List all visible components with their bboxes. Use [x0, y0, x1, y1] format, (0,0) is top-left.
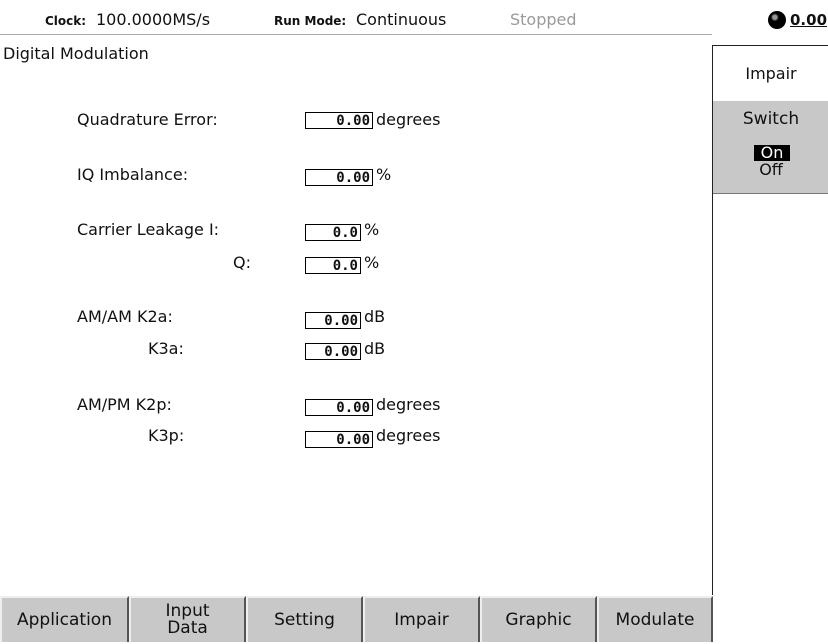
bottom-menu: Application Input Data Setting Impair Gr… — [0, 596, 828, 644]
tab-graphic[interactable]: Graphic — [480, 596, 597, 642]
switch-option-on: On — [754, 145, 790, 161]
am-am-k3a-label: K3a: — [148, 339, 184, 358]
carrier-leakage-i-field[interactable]: 0.0 — [305, 224, 361, 241]
quadrature-error-label: Quadrature Error: — [77, 110, 218, 129]
carrier-leakage-label: Carrier Leakage I: — [77, 220, 220, 239]
iq-imbalance-unit: % — [376, 165, 392, 184]
switch-label: Switch — [742, 109, 800, 129]
quadrature-error-field[interactable]: 0.00 — [305, 112, 373, 129]
side-menu-title: Impair — [713, 46, 828, 102]
iq-imbalance-label: IQ Imbalance: — [77, 165, 189, 184]
tab-setting[interactable]: Setting — [246, 596, 363, 642]
tab-label: Application — [17, 609, 112, 630]
am-am-k2a-field[interactable]: 0.00 — [305, 312, 361, 329]
tab-label: Graphic — [505, 609, 572, 630]
knob-value: 0.00 — [790, 11, 828, 29]
iq-imbalance-field[interactable]: 0.00 — [305, 169, 373, 186]
am-am-k2a-unit: dB — [364, 307, 386, 326]
knob-icon[interactable] — [768, 11, 786, 29]
tab-impair[interactable]: Impair — [363, 596, 480, 642]
am-pm-k2p-label: AM/PM K2p: — [77, 395, 172, 414]
page-title: Digital Modulation — [3, 44, 149, 63]
am-am-k2a-label: AM/AM K2a: — [77, 307, 173, 326]
digital-modulation-panel: Digital Modulation Quadrature Error: 0.0… — [0, 34, 712, 595]
carrier-leakage-q-field[interactable]: 0.0 — [305, 257, 361, 274]
tab-label: Setting — [274, 609, 335, 630]
status-bar: Clock: 100.0000MS/s Run Mode: Continuous… — [0, 0, 828, 34]
am-pm-k3p-label: K3p: — [148, 426, 185, 445]
run-mode-value: Continuous — [356, 10, 447, 29]
tab-input-data[interactable]: Input Data — [129, 596, 246, 642]
am-pm-k3p-field[interactable]: 0.00 — [305, 431, 373, 448]
tab-modulate[interactable]: Modulate — [597, 596, 713, 642]
am-am-k3a-unit: dB — [364, 339, 386, 358]
tab-label: Impair — [394, 609, 449, 630]
switch-option-off: Off — [759, 160, 783, 179]
clock-value: 100.0000MS/s — [96, 10, 211, 29]
am-am-k3a-field[interactable]: 0.00 — [305, 343, 361, 360]
tab-label: Modulate — [615, 609, 695, 630]
am-pm-k2p-field[interactable]: 0.00 — [305, 399, 373, 416]
run-status: Stopped — [510, 10, 577, 29]
am-pm-k3p-unit: degrees — [376, 426, 441, 445]
tab-application[interactable]: Application — [0, 596, 129, 642]
clock-label: Clock: — [45, 14, 87, 28]
quadrature-error-unit: degrees — [376, 110, 441, 129]
tab-label-line2: Data — [167, 618, 208, 638]
carrier-leakage-q-unit: % — [364, 253, 380, 272]
switch-button[interactable]: Switch On Off — [713, 101, 828, 194]
am-pm-k2p-unit: degrees — [376, 395, 441, 414]
side-menu: Impair Switch On Off — [712, 45, 828, 595]
carrier-leakage-q-label: Q: — [233, 253, 251, 272]
carrier-leakage-i-unit: % — [364, 220, 380, 239]
run-mode-label: Run Mode: — [274, 14, 347, 28]
